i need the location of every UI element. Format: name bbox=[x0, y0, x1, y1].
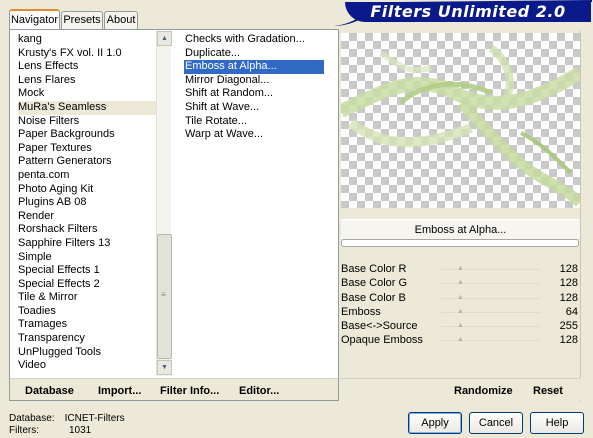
category-item[interactable]: Pattern Generators bbox=[18, 155, 156, 169]
slider-track[interactable] bbox=[441, 311, 540, 313]
scroll-up-arrow-icon[interactable]: ▲ bbox=[157, 31, 172, 46]
parameter-value: 64 bbox=[565, 305, 578, 318]
slider-thumb-icon[interactable]: ▲ bbox=[457, 262, 464, 276]
category-item[interactable]: Lens Flares bbox=[18, 74, 156, 88]
parameter-label: Base<->Source bbox=[341, 320, 418, 333]
category-item[interactable]: Sapphire Filters 13 bbox=[18, 237, 156, 251]
scrollbar-thumb[interactable]: ≡ bbox=[157, 234, 172, 359]
parameter-value: 128 bbox=[559, 263, 578, 275]
category-item[interactable]: MuRa's Seamless bbox=[18, 100, 156, 115]
filter-item[interactable]: Tile Rotate... bbox=[184, 115, 324, 129]
parameter-label: Emboss bbox=[341, 305, 381, 318]
parameter-label: Base Color G bbox=[341, 277, 408, 290]
filter-item[interactable]: Checks with Gradation... bbox=[184, 33, 324, 47]
parameter-label: Opaque Emboss bbox=[341, 334, 423, 347]
slider-thumb-icon[interactable]: ▲ bbox=[457, 291, 464, 305]
parameter-slider-row[interactable]: ▲ Base Color R 128 bbox=[341, 262, 580, 276]
cancel-button[interactable]: Cancel bbox=[469, 412, 523, 434]
category-item[interactable]: Video bbox=[18, 359, 156, 372]
right-edge-divider bbox=[580, 31, 581, 401]
scroll-down-arrow-icon[interactable]: ▼ bbox=[157, 360, 172, 375]
filter-item[interactable]: Warp at Wave... bbox=[184, 128, 324, 142]
category-item[interactable]: Noise Filters bbox=[18, 115, 156, 129]
category-item[interactable]: Mock bbox=[18, 87, 156, 101]
category-item[interactable]: penta.com bbox=[18, 169, 156, 183]
progress-bar bbox=[341, 239, 579, 247]
category-item[interactable]: Rorshack Filters bbox=[18, 223, 156, 237]
parameter-slider-row[interactable]: ▲ Base Color B 128 bbox=[341, 291, 580, 305]
scrollbar-grip-icon: ≡ bbox=[161, 290, 166, 299]
banner-title: Filters Unlimited 2.0 bbox=[345, 2, 591, 22]
slider-track[interactable] bbox=[441, 326, 540, 328]
selected-filter-title: Emboss at Alpha... bbox=[341, 219, 580, 239]
filter-item[interactable]: Emboss at Alpha... bbox=[184, 60, 324, 74]
parameter-slider-row[interactable]: ▲ Emboss 64 bbox=[341, 305, 580, 319]
category-item[interactable]: Plugins AB 08 bbox=[18, 196, 156, 210]
reset-button[interactable]: Reset bbox=[533, 385, 563, 397]
preview-image bbox=[341, 33, 580, 208]
randomize-button[interactable]: Randomize bbox=[454, 385, 513, 397]
parameter-label: Base Color R bbox=[341, 263, 407, 275]
slider-track[interactable] bbox=[441, 340, 540, 342]
category-item[interactable]: Paper Textures bbox=[18, 142, 156, 156]
parameter-slider-row[interactable]: ▲ Base Color G 128 bbox=[341, 276, 580, 290]
category-item[interactable]: Paper Backgrounds bbox=[18, 128, 156, 142]
filter-item[interactable]: Shift at Random... bbox=[184, 87, 324, 101]
slider-track[interactable] bbox=[441, 269, 540, 270]
filter-item[interactable]: Shift at Wave... bbox=[184, 101, 324, 115]
parameter-slider-row[interactable]: ▲ Opaque Emboss 128 bbox=[341, 333, 580, 347]
database-button[interactable]: Database bbox=[25, 385, 74, 397]
category-item[interactable]: Lens Effects bbox=[18, 60, 156, 74]
category-item[interactable]: Toadies bbox=[18, 305, 156, 319]
editor-button[interactable]: Editor... bbox=[239, 385, 279, 397]
slider-track[interactable] bbox=[441, 283, 540, 285]
preview-green-swirls bbox=[341, 44, 580, 207]
parameter-list: ▲ Base Color R 128 ▲ Base Color G 128 ▲ Base Co… bbox=[341, 262, 580, 348]
slider-thumb-icon[interactable]: ▲ bbox=[457, 305, 464, 319]
slider-thumb-icon[interactable]: ▲ bbox=[457, 333, 464, 347]
slider-thumb-icon[interactable]: ▲ bbox=[457, 319, 464, 333]
category-item[interactable]: Render bbox=[18, 210, 156, 224]
tab-about[interactable]: About bbox=[104, 11, 138, 29]
filters-status-label: Filters: bbox=[9, 425, 39, 436]
parameter-value: 128 bbox=[559, 334, 578, 347]
parameter-slider-row[interactable]: ▲ Base<->Source 255 bbox=[341, 319, 580, 333]
database-status-value: ICNET-Filters bbox=[64, 413, 125, 424]
import-button[interactable]: Import... bbox=[98, 385, 141, 397]
parameter-label: Base Color B bbox=[341, 291, 406, 304]
category-item[interactable]: UnPlugged Tools bbox=[18, 346, 156, 360]
category-scrollbar[interactable]: ▲ ≡ ▼ bbox=[156, 31, 172, 376]
filter-item[interactable]: Duplicate... bbox=[184, 47, 324, 61]
parameter-value: 128 bbox=[559, 291, 578, 304]
filter-list[interactable]: Checks with Gradation... Duplicate... Embo… bbox=[184, 33, 324, 142]
category-item[interactable]: Photo Aging Kit bbox=[18, 183, 156, 197]
category-item[interactable]: Tramages bbox=[18, 318, 156, 332]
tab-navigator[interactable]: Navigator bbox=[9, 9, 60, 30]
slider-thumb-icon[interactable]: ▲ bbox=[457, 276, 464, 290]
filters-count-value: 1031 bbox=[69, 425, 92, 436]
category-item[interactable]: Krusty's FX vol. II 1.0 bbox=[18, 47, 156, 61]
category-item[interactable]: Simple bbox=[18, 251, 156, 265]
database-status-label: Database: bbox=[9, 413, 55, 424]
category-item[interactable]: Tile & Mirror bbox=[18, 291, 156, 305]
category-item[interactable]: Special Effects 1 bbox=[18, 264, 156, 278]
category-list[interactable]: kang Krusty's FX vol. II 1.0 Lens Effects L… bbox=[18, 33, 156, 372]
tab-presets[interactable]: Presets bbox=[61, 11, 103, 29]
category-item[interactable]: Transparency bbox=[18, 332, 156, 346]
slider-track[interactable] bbox=[441, 297, 540, 299]
filter-item[interactable]: Mirror Diagonal... bbox=[184, 74, 324, 88]
status-info: Database: ICNET-Filters Filters: 1031 bbox=[9, 413, 125, 437]
help-button[interactable]: Help bbox=[530, 412, 584, 434]
param-toolbar: Randomize Reset bbox=[340, 378, 581, 400]
parameter-value: 128 bbox=[559, 277, 578, 290]
list-toolbar: Database Import... Filter Info... Editor… bbox=[10, 378, 338, 400]
category-item[interactable]: Special Effects 2 bbox=[18, 278, 156, 292]
category-item[interactable]: kang bbox=[18, 33, 156, 47]
filter-info-button[interactable]: Filter Info... bbox=[160, 385, 219, 397]
parameter-value: 255 bbox=[559, 320, 578, 333]
apply-button[interactable]: Apply bbox=[408, 412, 462, 434]
